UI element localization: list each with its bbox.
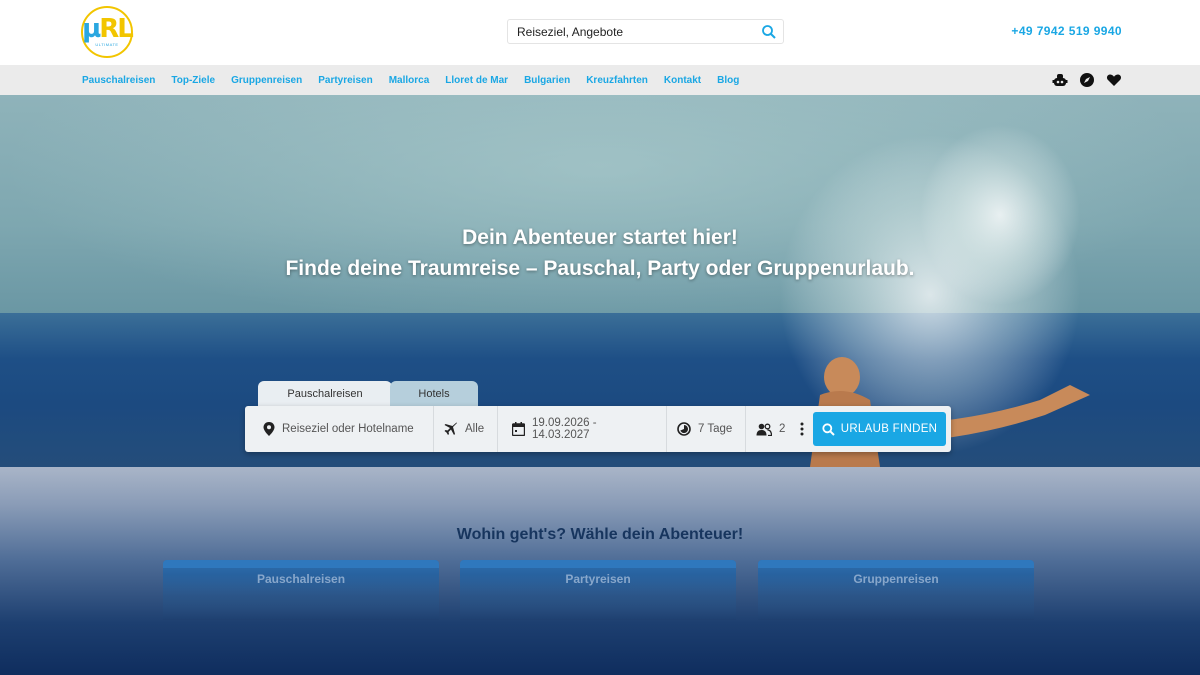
category-card-gruppenreisen[interactable]: Gruppenreisen xyxy=(758,560,1034,620)
main-navigation: Pauschalreisen Top-Ziele Gruppenreisen P… xyxy=(0,65,1200,95)
location-pin-icon xyxy=(263,422,275,436)
destination-placeholder: Reiseziel oder Hotelname xyxy=(282,423,414,435)
category-card-partyreisen[interactable]: Partyreisen xyxy=(460,560,736,620)
nav-item-kontakt[interactable]: Kontakt xyxy=(664,75,701,86)
nav-item-blog[interactable]: Blog xyxy=(717,75,739,86)
user-robot-icon[interactable] xyxy=(1051,71,1068,88)
destination-field[interactable]: Reiseziel oder Hotelname xyxy=(245,406,434,452)
booking-tabs: Pauschalreisen Hotels xyxy=(258,381,478,407)
people-icon xyxy=(756,423,772,436)
category-section: Wohin geht's? Wähle dein Abenteuer! Paus… xyxy=(0,467,1200,675)
heart-icon[interactable] xyxy=(1105,71,1122,88)
search-input[interactable] xyxy=(508,20,758,43)
nav-item-lloret-de-mar[interactable]: Lloret de Mar xyxy=(445,75,508,86)
nav-item-pauschalreisen[interactable]: Pauschalreisen xyxy=(82,75,155,86)
airport-value: Alle xyxy=(465,423,485,435)
section-title: Wohin geht's? Wähle dein Abenteuer! xyxy=(456,526,744,543)
urlaub-finden-label: URLAUB FINDEN xyxy=(840,423,938,435)
nav-icons xyxy=(1051,71,1122,88)
more-vertical-icon[interactable] xyxy=(793,406,811,452)
phone-number[interactable]: +49 7942 519 9940 xyxy=(1011,24,1122,38)
category-card-bar xyxy=(460,560,736,568)
search-icon xyxy=(822,422,835,436)
airport-field[interactable]: Alle xyxy=(434,406,498,452)
category-card-bar xyxy=(163,560,439,568)
compass-icon[interactable] xyxy=(1078,71,1095,88)
logo-mark: µRL xyxy=(82,14,134,44)
nav-item-bulgarien[interactable]: Bulgarien xyxy=(524,75,570,86)
tab-pauschalreisen[interactable]: Pauschalreisen xyxy=(258,381,392,407)
search-icon[interactable] xyxy=(761,24,777,40)
travellers-field[interactable]: 2 xyxy=(746,406,793,452)
hero-headline-line2: Finde deine Traumreise – Pauschal, Party… xyxy=(285,257,915,280)
category-card-bar xyxy=(758,560,1034,568)
date-range-value: 19.09.2026 - 14.03.2027 xyxy=(532,417,597,441)
airplane-icon xyxy=(444,422,457,435)
nav-item-mallorca[interactable]: Mallorca xyxy=(389,75,430,86)
hero-headline-line1: Dein Abenteuer startet hier! xyxy=(462,226,738,249)
category-label-partyreisen: Partyreisen xyxy=(565,572,631,586)
category-label-gruppenreisen: Gruppenreisen xyxy=(853,572,939,586)
nav-items: Pauschalreisen Top-Ziele Gruppenreisen P… xyxy=(82,65,755,95)
nav-item-partyreisen[interactable]: Partyreisen xyxy=(318,75,372,86)
logo-subtitle: ULTIMATE xyxy=(95,42,119,47)
urlaub-finden-button[interactable]: URLAUB FINDEN xyxy=(813,412,946,446)
tab-hotels[interactable]: Hotels xyxy=(390,381,478,407)
nav-item-top-ziele[interactable]: Top-Ziele xyxy=(171,75,215,86)
site-logo[interactable]: µRL ULTIMATE xyxy=(81,6,134,58)
site-search xyxy=(507,19,784,44)
duration-icon xyxy=(677,422,691,436)
logo-letter-mu: µ xyxy=(82,14,101,44)
duration-field[interactable]: 7 Tage xyxy=(667,406,746,452)
category-label-pauschalreisen: Pauschalreisen xyxy=(256,572,346,586)
calendar-icon xyxy=(512,422,525,436)
nav-item-gruppenreisen[interactable]: Gruppenreisen xyxy=(231,75,302,86)
category-card-pauschalreisen[interactable]: Pauschalreisen xyxy=(163,560,439,620)
hero-headline: Dein Abenteuer startet hier! Finde deine… xyxy=(0,222,1200,284)
travellers-value: 2 xyxy=(779,423,786,435)
booking-search-bar: Reiseziel oder Hotelname Alle 19.09.2026… xyxy=(245,406,951,452)
date-range-field[interactable]: 19.09.2026 - 14.03.2027 xyxy=(498,406,667,452)
duration-value: 7 Tage xyxy=(698,423,733,435)
logo-letters-rl: RL xyxy=(99,14,134,44)
nav-item-kreuzfahrten[interactable]: Kreuzfahrten xyxy=(586,75,648,86)
top-header: µRL ULTIMATE +49 7942 519 9940 xyxy=(0,0,1200,65)
